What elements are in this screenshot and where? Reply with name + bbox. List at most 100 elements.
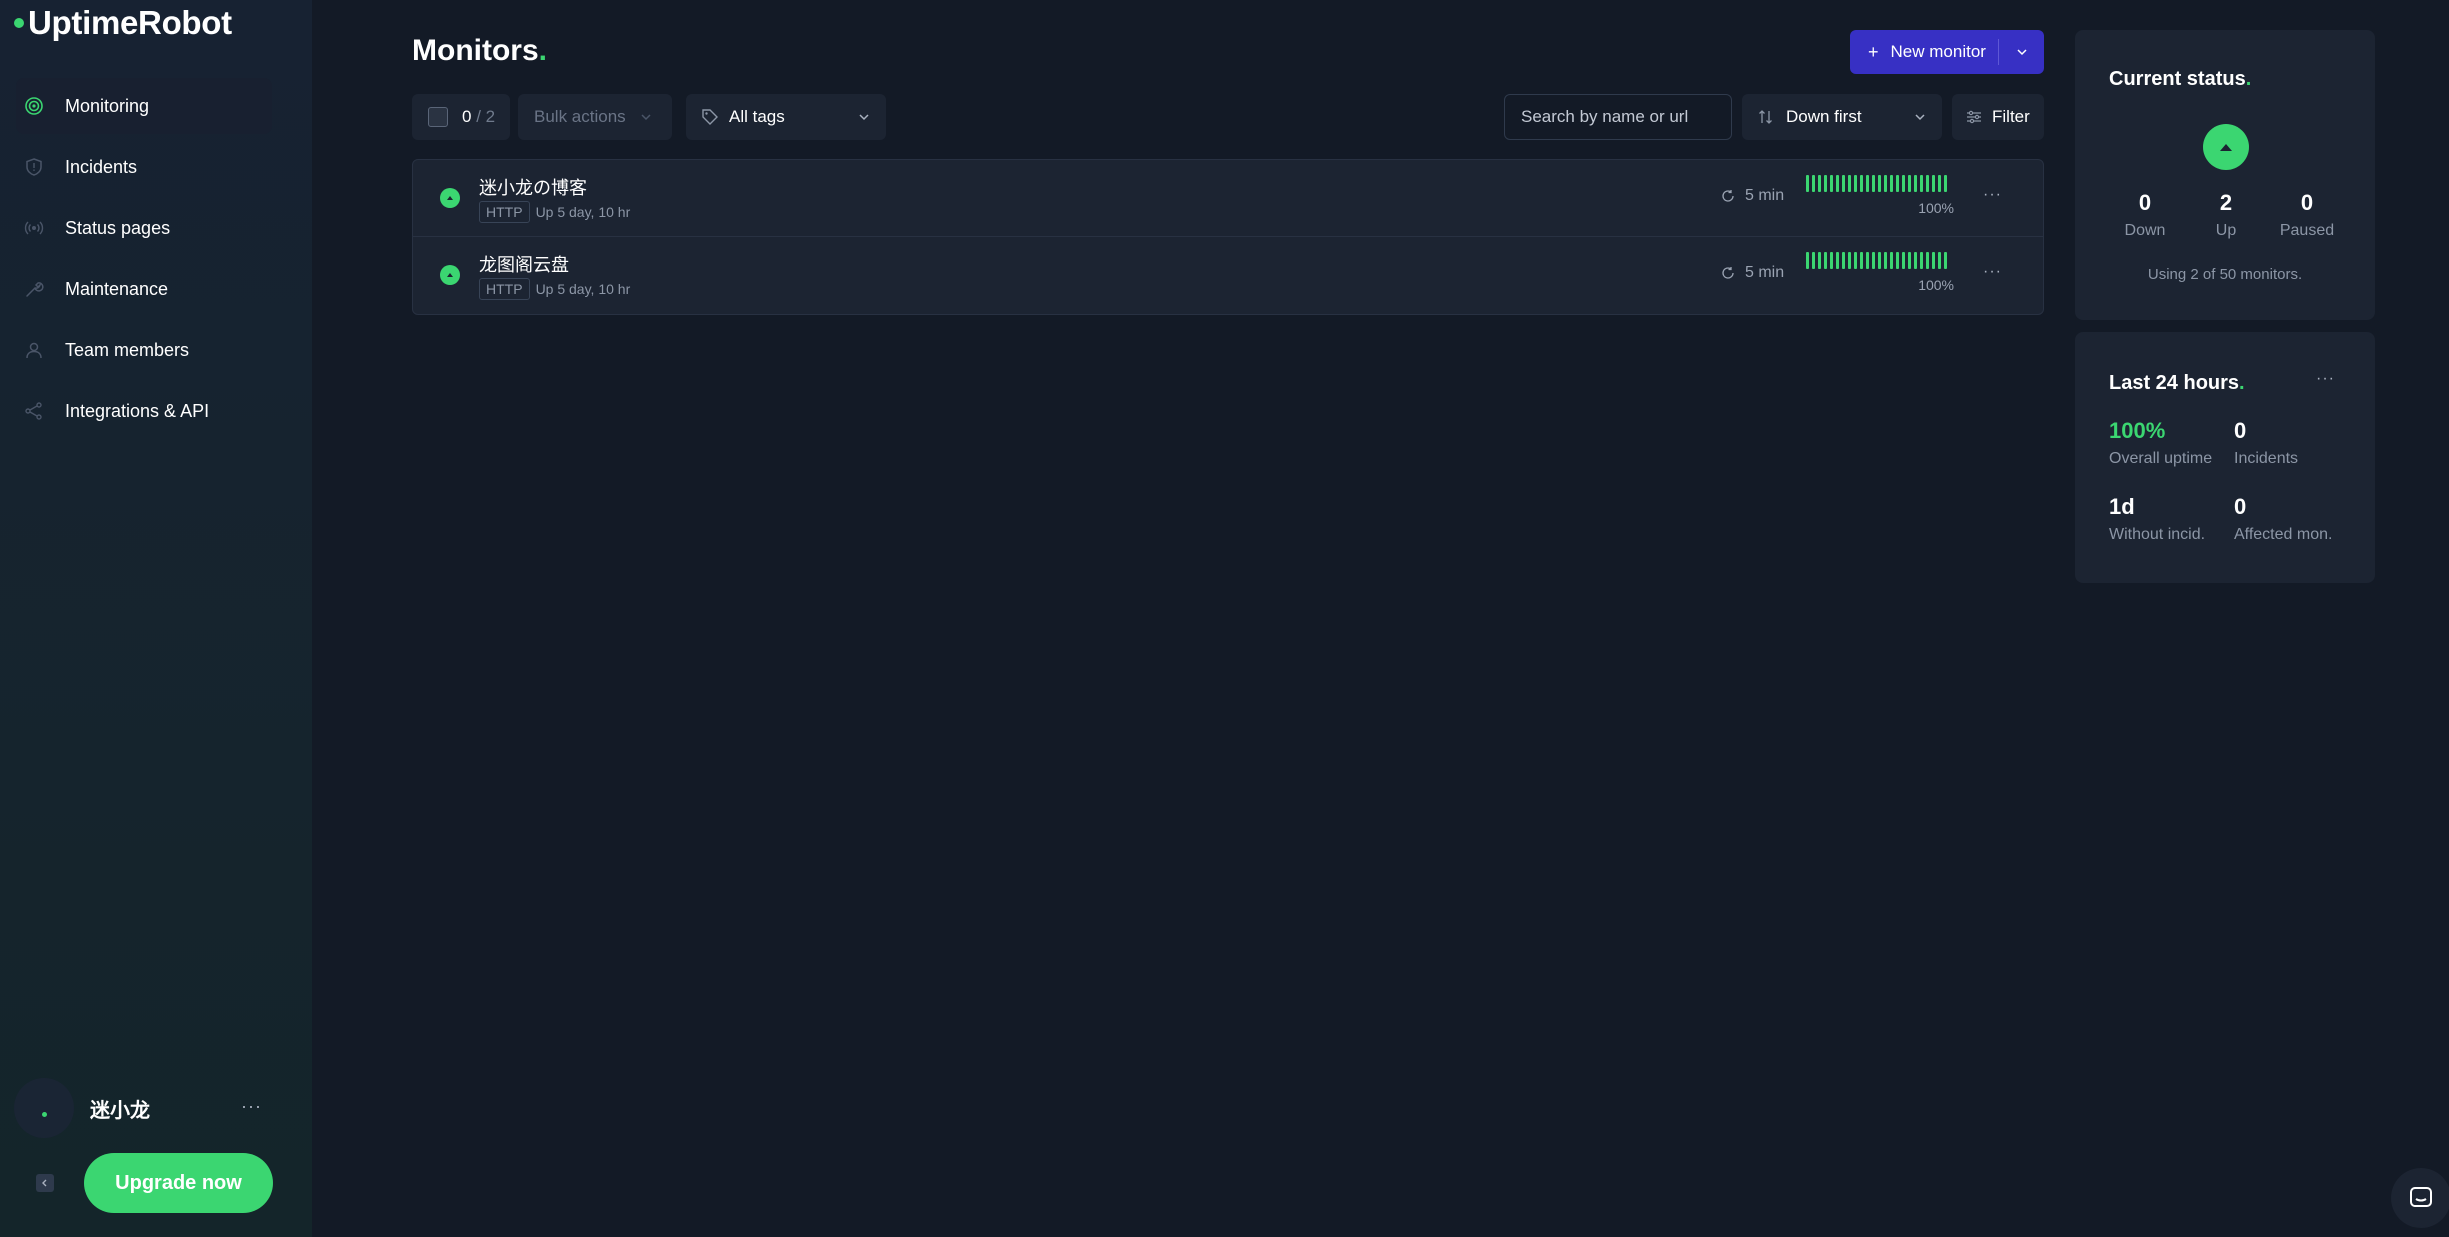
sidebar-item-status-pages[interactable]: Status pages	[16, 200, 272, 256]
chevron-down-icon	[2016, 49, 2027, 56]
uptime-bar[interactable]	[1836, 252, 1839, 269]
uptime-bar[interactable]	[1830, 252, 1833, 269]
panel-title: Last 24 hours.	[2109, 372, 2245, 395]
user-profile[interactable]: 迷小龙 ···	[14, 1078, 270, 1138]
avatar-dot-icon	[41, 1111, 47, 1117]
user-menu-icon[interactable]: ···	[241, 1096, 262, 1117]
bulk-actions-label: Bulk actions	[534, 107, 626, 126]
sidebar-item-integrations[interactable]: Integrations & API	[16, 383, 272, 439]
uptime-bar[interactable]	[1824, 175, 1827, 192]
uptime-bar[interactable]	[1860, 175, 1863, 192]
uptime-bar[interactable]	[1860, 252, 1863, 269]
uptime-bar[interactable]	[1902, 252, 1905, 269]
uptime-bar[interactable]	[1890, 252, 1893, 269]
monitor-name[interactable]: 龙图阁云盘	[479, 251, 569, 277]
uptime-bar[interactable]	[1920, 175, 1923, 192]
uptime-bar[interactable]	[1812, 175, 1815, 192]
uptime-bar[interactable]	[1908, 175, 1911, 192]
uptime-bar[interactable]	[1836, 175, 1839, 192]
stat-value: 2	[2219, 190, 2233, 215]
uptime-bar[interactable]	[1938, 252, 1941, 269]
sidebar-item-maintenance[interactable]: Maintenance	[16, 261, 272, 317]
uptime-bar[interactable]	[1854, 252, 1857, 269]
select-all-checkbox[interactable]	[428, 107, 448, 127]
uptime-bar[interactable]	[1890, 175, 1893, 192]
collapse-sidebar-icon[interactable]	[36, 1174, 54, 1192]
sliders-icon	[1967, 110, 1981, 124]
uptime-bar[interactable]	[1872, 175, 1875, 192]
kpi-label: Overall uptime	[2109, 450, 2213, 467]
uptime-bar[interactable]	[1914, 175, 1917, 192]
uptime-bar[interactable]	[1932, 252, 1935, 269]
uptime-bar[interactable]	[1818, 252, 1821, 269]
uptime-bar[interactable]	[1848, 175, 1851, 192]
new-monitor-dropdown-button[interactable]	[1999, 48, 2044, 56]
avatar[interactable]	[14, 1078, 74, 1138]
status-up-icon	[2203, 124, 2249, 170]
uptime-bar[interactable]	[1926, 175, 1929, 192]
uptime-bar[interactable]	[1842, 252, 1845, 269]
uptime-bar[interactable]	[1806, 252, 1809, 269]
uptime-bar[interactable]	[1842, 175, 1845, 192]
uptime-bar[interactable]	[1878, 175, 1881, 192]
uptime-bar[interactable]	[1926, 252, 1929, 269]
uptime-bar[interactable]	[1806, 175, 1809, 192]
panel-menu-icon[interactable]: ···	[2316, 370, 2335, 388]
uptime-bar[interactable]	[1884, 175, 1887, 192]
uptime-bar[interactable]	[1872, 252, 1875, 269]
uptime-bar[interactable]	[1896, 252, 1899, 269]
uptime-bar[interactable]	[1908, 252, 1911, 269]
chat-support-button[interactable]	[2391, 1168, 2449, 1228]
uptime-bar[interactable]	[1938, 175, 1941, 192]
monitor-row[interactable]: 龙图阁云盘 HTTP Up 5 day, 10 hr 5 min 100% ··…	[413, 237, 2043, 314]
total-count: / 2	[471, 107, 496, 126]
filter-label: Filter	[1992, 107, 2030, 126]
upgrade-button[interactable]: Upgrade now	[84, 1153, 273, 1213]
user-name: 迷小龙	[90, 1099, 150, 1122]
sidebar-item-monitoring[interactable]: Monitoring	[16, 78, 272, 134]
uptime-bar[interactable]	[1944, 175, 1947, 192]
uptime-bar[interactable]	[1884, 252, 1887, 269]
uptime-bar[interactable]	[1818, 175, 1821, 192]
uptime-bar[interactable]	[1824, 252, 1827, 269]
search-input[interactable]: Search by name or url	[1504, 94, 1732, 140]
panel-title-text: Current status	[2109, 68, 2246, 90]
uptime-bar[interactable]	[1854, 175, 1857, 192]
plus-icon: +	[1868, 41, 1879, 62]
monitor-menu-icon[interactable]: ···	[1983, 263, 2002, 281]
uptime-bar[interactable]	[1932, 175, 1935, 192]
uptime-bar[interactable]	[1866, 252, 1869, 269]
monitor-type-badge: HTTP	[479, 201, 530, 223]
stat-label: Up	[2215, 222, 2237, 239]
kpi-affected-monitors: 0 Affected mon.	[2234, 494, 2332, 544]
monitor-menu-icon[interactable]: ···	[1983, 186, 2002, 204]
uptime-bar[interactable]	[1902, 175, 1905, 192]
uptime-bar[interactable]	[1830, 175, 1833, 192]
uptime-bar[interactable]	[1812, 252, 1815, 269]
monitor-uptime-text: Up 5 day, 10 hr	[535, 204, 631, 220]
monitor-row[interactable]: 迷小龙の博客 HTTP Up 5 day, 10 hr 5 min 100% ·…	[413, 160, 2043, 237]
sort-dropdown[interactable]: Down first	[1742, 94, 1942, 140]
uptime-bar[interactable]	[1848, 252, 1851, 269]
new-monitor-button[interactable]: + New monitor	[1850, 30, 1998, 74]
filter-button[interactable]: Filter	[1952, 94, 2044, 140]
current-status-panel: Current status. 0 Down 2 Up 0 Paused Usi…	[2075, 30, 2375, 320]
kpi-label: Incidents	[2234, 450, 2299, 467]
panel-title: Current status.	[2109, 68, 2251, 91]
bulk-actions-dropdown[interactable]: Bulk actions	[518, 94, 672, 140]
tags-dropdown[interactable]: All tags	[686, 94, 886, 140]
uptime-bar[interactable]	[1866, 175, 1869, 192]
select-all-control[interactable]: 0 / 2	[412, 94, 510, 140]
uptime-bar[interactable]	[1914, 252, 1917, 269]
monitor-interval-text: 5 min	[1745, 187, 1785, 204]
uptime-bar[interactable]	[1920, 252, 1923, 269]
kpi-without-incidents: 1d Without incid.	[2109, 494, 2205, 544]
app-logo[interactable]: UptimeRobot	[14, 4, 232, 42]
uptime-bar[interactable]	[1878, 252, 1881, 269]
uptime-bars	[1806, 252, 1947, 269]
monitor-name[interactable]: 迷小龙の博客	[479, 174, 587, 200]
uptime-bar[interactable]	[1896, 175, 1899, 192]
sidebar-item-incidents[interactable]: Incidents	[16, 139, 272, 195]
sidebar-item-team-members[interactable]: Team members	[16, 322, 272, 378]
uptime-bar[interactable]	[1944, 252, 1947, 269]
